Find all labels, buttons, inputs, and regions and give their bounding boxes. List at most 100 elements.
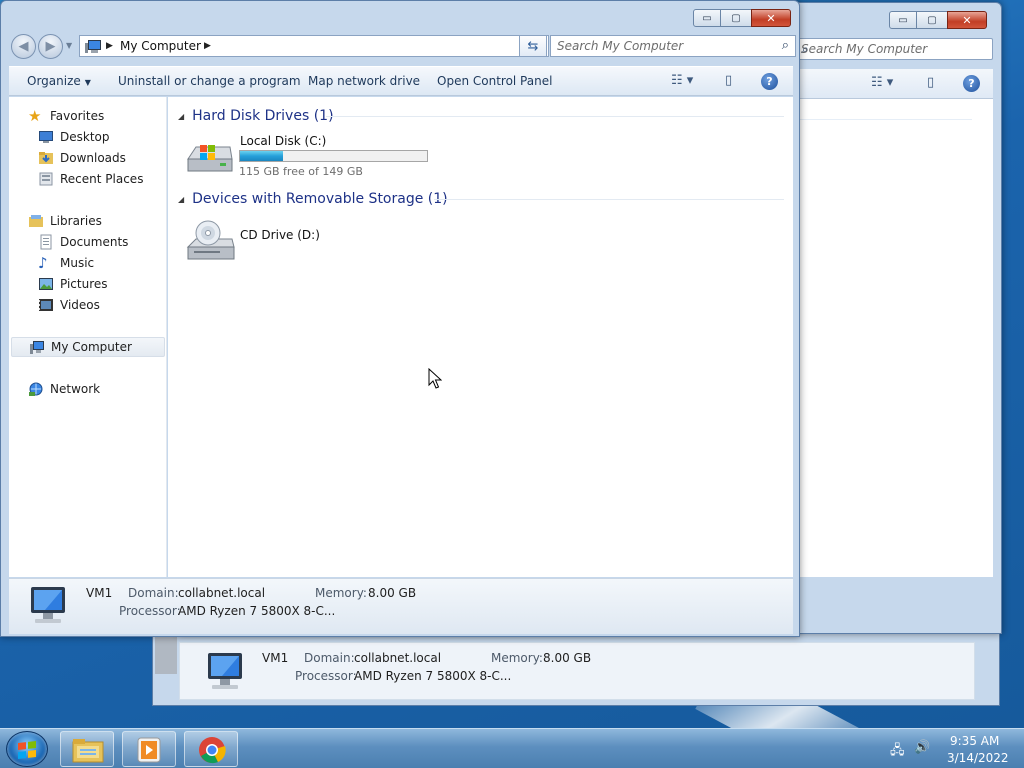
memory-label: Memory: [491, 651, 543, 665]
background-window-2-details-pane: VM1 Domain: collabnet.local Memory: 8.00… [179, 642, 975, 700]
sidebar-item-label: Libraries [50, 214, 102, 228]
help-icon[interactable]: ? [963, 75, 980, 92]
local-disk-c-item[interactable]: Local Disk (C:) 115 GB free of 149 GB [186, 134, 428, 180]
search-icon[interactable]: ⌕ [782, 38, 789, 53]
back-button[interactable]: ◀ [11, 34, 36, 59]
sidebar-item-my-computer[interactable]: My Computer [11, 337, 165, 357]
recent-places-icon [38, 171, 54, 187]
refresh-button[interactable]: ⇆ [519, 35, 547, 57]
drive-free-space: 115 GB free of 149 GB [239, 165, 363, 178]
clock-date[interactable]: 3/14/2022 [947, 751, 1009, 765]
taskbar-media-player-button[interactable] [122, 731, 176, 767]
videos-icon [38, 297, 54, 313]
pictures-icon [38, 276, 54, 292]
breadcrumb-my-computer[interactable]: My Computer [120, 39, 201, 53]
music-icon: ♪ [38, 254, 48, 272]
drive-name: CD Drive (D:) [240, 228, 320, 242]
domain-label: Domain: [128, 586, 179, 600]
window-controls: ▭ ▢ ✕ [693, 9, 791, 27]
sidebar-item-network[interactable]: Network [28, 379, 100, 399]
sidebar-item-libraries[interactable]: Libraries [28, 211, 102, 231]
computer-icon [208, 653, 242, 689]
computer-name: VM1 [86, 586, 113, 600]
computer-name: VM1 [262, 651, 289, 665]
group-divider [434, 199, 784, 200]
preview-pane-icon[interactable]: ▯ [725, 73, 732, 88]
group-title: Devices with Removable Storage (1) [192, 191, 448, 207]
sidebar-item-desktop[interactable]: Desktop [38, 127, 110, 147]
memory-label: Memory: [315, 586, 367, 600]
sidebar-item-pictures[interactable]: Pictures [38, 274, 108, 294]
group-title: Hard Disk Drives (1) [192, 108, 334, 124]
start-button[interactable] [6, 731, 48, 767]
open-control-panel-button[interactable]: Open Control Panel [437, 74, 552, 88]
cd-drive-d-item[interactable]: CD Drive (D:) [186, 219, 320, 268]
memory-value: 8.00 GB [543, 651, 592, 665]
search-box[interactable]: Search My Computer ⌕ [797, 38, 993, 60]
background-window-2-edge [155, 634, 177, 674]
removable-storage-group[interactable]: ◢ Devices with Removable Storage (1) [178, 189, 448, 209]
help-icon[interactable]: ? [761, 73, 778, 90]
domain-label: Domain: [304, 651, 355, 665]
sidebar-item-label: Videos [60, 298, 100, 312]
computer-icon [31, 587, 65, 623]
sidebar-item-label: My Computer [51, 340, 132, 354]
forward-button[interactable]: ▶ [38, 34, 63, 59]
content-pane: ◢ Hard Disk Drives (1) Local Disk (C:) 1… [168, 97, 793, 577]
search-icon[interactable]: ⌕ [801, 42, 987, 57]
maximize-button[interactable]: ▢ [720, 9, 752, 27]
sidebar-item-label: Desktop [60, 130, 110, 144]
collapse-triangle-icon[interactable]: ◢ [178, 195, 184, 204]
minimize-button[interactable]: ▭ [889, 11, 917, 29]
documents-icon [38, 234, 54, 250]
sidebar-item-label: Network [50, 382, 101, 396]
address-bar[interactable]: ▶ My Computer ▶ ▼ [79, 35, 549, 57]
taskbar-explorer-button[interactable] [60, 731, 114, 767]
minimize-button[interactable]: ▭ [693, 9, 721, 27]
processor-label: Processor: [295, 669, 357, 683]
close-button[interactable]: ✕ [947, 11, 987, 29]
sidebar-item-downloads[interactable]: Downloads [38, 148, 126, 168]
group-divider [797, 119, 972, 120]
folder-icon [72, 739, 104, 763]
downloads-folder-icon [38, 150, 54, 166]
search-box[interactable]: ⌕ [550, 35, 796, 57]
taskbar-chrome-button[interactable] [184, 731, 238, 767]
sidebar-item-label: Pictures [60, 277, 108, 291]
search-input[interactable] [551, 36, 771, 56]
processor-label: Processor: [119, 604, 181, 618]
uninstall-program-button[interactable]: Uninstall or change a program [118, 74, 301, 88]
computer-icon [85, 40, 101, 53]
disk-usage-bar [239, 150, 428, 162]
collapse-triangle-icon[interactable]: ◢ [178, 112, 184, 121]
map-network-drive-button[interactable]: Map network drive [308, 74, 420, 88]
libraries-icon [28, 213, 44, 229]
sidebar-item-label: Downloads [60, 151, 126, 165]
close-button[interactable]: ✕ [751, 9, 791, 27]
media-player-icon [137, 737, 161, 763]
disk-usage-fill [240, 151, 283, 161]
star-icon: ★ [28, 107, 42, 125]
breadcrumb-arrow-icon[interactable]: ▶ [204, 41, 211, 51]
network-tray-icon[interactable]: 🖧 [890, 741, 905, 763]
sidebar-item-music[interactable]: ♪ Music [38, 253, 94, 273]
organize-menu[interactable]: Organize ▼ [27, 74, 91, 88]
breadcrumb-arrow-icon[interactable]: ▶ [106, 41, 113, 51]
sidebar-item-recent-places[interactable]: Recent Places [38, 169, 143, 189]
sidebar-item-favorites[interactable]: ★ Favorites [28, 106, 104, 126]
volume-icon[interactable]: 🔊 [914, 740, 930, 755]
hard-disk-drives-group[interactable]: ◢ Hard Disk Drives (1) [178, 106, 334, 126]
explorer-window[interactable]: ▭ ▢ ✕ ◀ ▶ ▼ ▶ My Computer ▶ ▼ ⇆ ⌕ Organi… [0, 0, 800, 637]
group-divider [326, 116, 784, 117]
chrome-icon [199, 737, 226, 764]
sidebar-item-documents[interactable]: Documents [38, 232, 128, 252]
maximize-button[interactable]: ▢ [916, 11, 948, 29]
clock-time[interactable]: 9:35 AM [950, 734, 999, 748]
change-view-icon[interactable]: ☷ ▾ [871, 75, 893, 90]
recent-pages-dropdown-icon[interactable]: ▼ [66, 41, 72, 50]
cd-drive-icon [186, 220, 235, 260]
preview-pane-icon[interactable]: ▯ [927, 75, 934, 90]
background-window-2[interactable]: VM1 Domain: collabnet.local Memory: 8.00… [152, 634, 1000, 706]
sidebar-item-videos[interactable]: Videos [38, 295, 100, 315]
change-view-icon[interactable]: ☷ ▾ [671, 73, 693, 88]
